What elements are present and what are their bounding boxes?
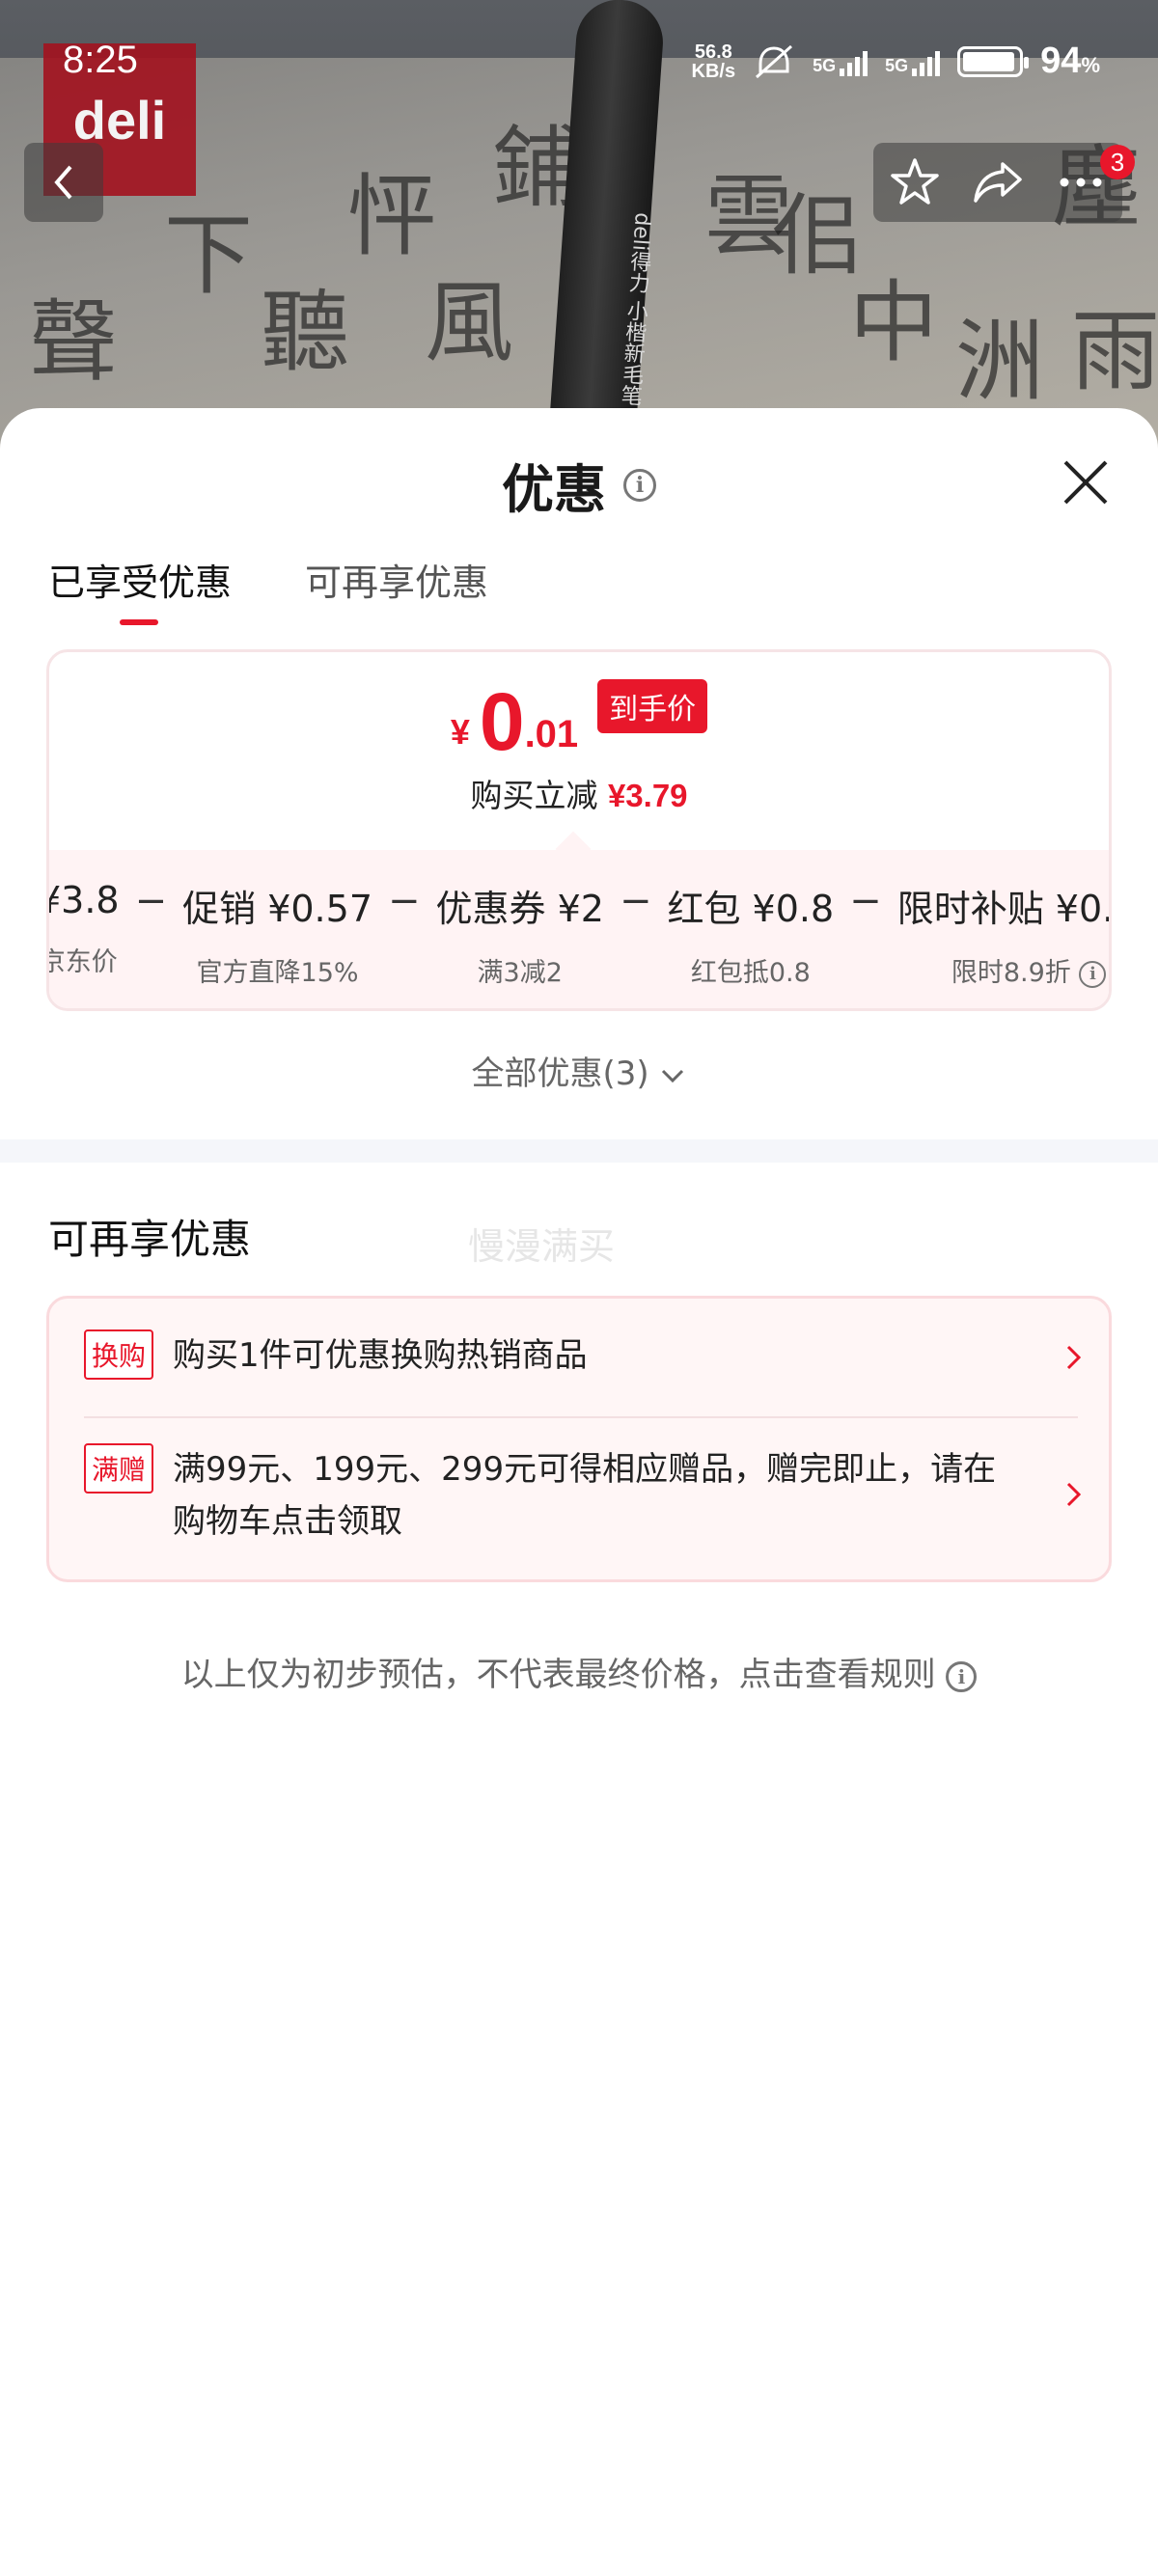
signal-bars-icon — [912, 47, 941, 76]
promo-item-gift[interactable]: 满赠 满99元、199元、299元可得相应赠品，赠完即止，请在购物车点击领取 — [84, 1443, 1082, 1548]
network-type-1: 5G — [813, 55, 837, 75]
currency-symbol: ¥ — [450, 712, 470, 752]
chevron-down-icon — [662, 1069, 684, 1082]
calligraphy-char: 雨 — [1071, 300, 1158, 403]
final-price-area: ¥ 0 .01 到手价 购买立减 ¥3.79 — [49, 652, 1109, 850]
info-icon[interactable]: i — [623, 468, 656, 502]
breakdown-amount: 优惠券 ¥2 — [435, 888, 604, 930]
title-wrap: 优惠 i — [502, 447, 656, 523]
info-icon[interactable]: i — [946, 1660, 978, 1692]
battery-value: 94 — [1040, 41, 1082, 81]
network-speed: 56.8 KB/s — [692, 42, 736, 81]
signal-bars-icon — [840, 47, 868, 76]
promo-item-exchange[interactable]: 换购 购买1件可优惠换购热销商品 — [84, 1329, 1082, 1382]
info-icon[interactable]: i — [1079, 960, 1107, 988]
breakdown-label: 京东价 — [46, 947, 118, 977]
minus-sign: − — [849, 879, 882, 923]
notification-badge: 3 — [1100, 145, 1135, 179]
section-title: 可再享优惠 — [48, 1216, 252, 1263]
share-icon[interactable] — [972, 156, 1024, 208]
calligraphy-char: 聽 — [261, 281, 350, 384]
promo-tag: 满赠 — [84, 1443, 154, 1494]
instant-discount-label: 购买立减 — [470, 777, 598, 814]
breakdown-label: 满3减2 — [477, 958, 563, 988]
breakdown-item-coupon: 优惠券 ¥2 满3减2 — [436, 879, 604, 989]
breakdown-item-subsidy: 限时补贴 ¥0.42 限时8.9折 i — [896, 879, 1109, 989]
status-time: 8:25 — [63, 39, 138, 81]
price-summary-card: ¥ 0 .01 到手价 购买立减 ¥3.79 ¥3.8 京东价 − 促销 ¥0.… — [46, 649, 1112, 1011]
instant-discount-amount: ¥3.79 — [607, 778, 688, 813]
chevron-left-icon — [54, 165, 72, 200]
calligraphy-char: 佀 — [772, 184, 862, 288]
all-promotions-toggle[interactable]: 全部优惠(3) — [0, 1047, 1158, 1094]
promo-text: 购买1件可优惠换购热销商品 — [173, 1336, 588, 1375]
price-integer: 0 — [479, 676, 525, 767]
tab-enjoyed[interactable]: 已享受优惠 — [48, 553, 232, 625]
calligraphy-char: 中 — [849, 271, 939, 374]
breakdown-item-promotion: 促销 ¥0.57 官方直降15% — [182, 879, 372, 989]
disclaimer-text: 以上仅为初步预估，不代表最终价格，点击查看规则 — [180, 1656, 936, 1694]
star-icon[interactable] — [889, 156, 941, 208]
final-price-tag: 到手价 — [597, 679, 708, 733]
breakdown-label: 红包抵0.8 — [690, 958, 811, 988]
more-icon[interactable] — [1055, 156, 1107, 208]
subsidy-label-text: 限时8.9折 — [951, 958, 1071, 988]
calligraphy-char: 怦 — [347, 165, 437, 268]
status-icons: 56.8 KB/s 5G 5G 94% — [692, 41, 1100, 82]
price-decimal: .01 — [524, 713, 579, 755]
calligraphy-char: 聲 — [29, 290, 119, 394]
price-disclaimer[interactable]: 以上仅为初步预估，不代表最终价格，点击查看规则 i — [0, 1648, 1158, 1695]
watermark-text: 慢漫满买 — [468, 1225, 616, 1268]
breakdown-row: ¥3.8 京东价 − 促销 ¥0.57 官方直降15% − 优惠券 ¥2 满3减… — [46, 879, 1109, 989]
top-actions — [873, 143, 1122, 222]
signal-2: 5G — [885, 47, 941, 76]
breakdown-amount: 限时补贴 ¥0.42 — [896, 888, 1109, 930]
battery-icon — [957, 45, 1030, 77]
breakdown-item-list-price: ¥3.8 京东价 — [46, 879, 120, 989]
minus-sign: − — [619, 879, 652, 923]
instant-discount: 购买立减 ¥3.79 — [49, 770, 1109, 816]
alarm-off-icon — [756, 44, 793, 78]
breakdown-label: 限时8.9折 i — [897, 951, 1109, 989]
calligraphy-char: 洲 — [955, 310, 1045, 413]
breakdown-amount: 红包 ¥0.8 — [667, 888, 835, 930]
sheet-title: 优惠 — [502, 459, 606, 520]
network-speed-unit: KB/s — [691, 60, 736, 82]
calligraphy-char: 風 — [425, 271, 514, 374]
final-price: ¥ 0 .01 到手价 — [49, 679, 1109, 762]
available-promotions-card: 换购 购买1件可优惠换购热销商品 满赠 满99元、199元、299元可得相应赠品… — [46, 1296, 1112, 1582]
promo-tag: 换购 — [84, 1329, 154, 1380]
minus-sign: − — [388, 879, 421, 923]
divider — [84, 1416, 1078, 1418]
price-breakdown: ¥3.8 京东价 − 促销 ¥0.57 官方直降15% − 优惠券 ¥2 满3减… — [46, 850, 1109, 1008]
discount-sheet: 优惠 i 已享受优惠 可再享优惠 ¥ 0 .01 到手价 购买立减 ¥3.79 — [0, 408, 1158, 2576]
status-bar: 8:25 56.8 KB/s 5G 5G 94% — [0, 0, 1158, 135]
breakdown-amount: 促销 ¥0.57 — [182, 888, 372, 930]
chevron-right-icon — [1066, 1345, 1082, 1370]
section-divider — [0, 1139, 1158, 1163]
minus-sign: − — [134, 879, 168, 923]
battery-unit: % — [1081, 53, 1100, 77]
sheet-header: 优惠 i — [0, 447, 1158, 523]
breakdown-label: 官方直降15% — [196, 958, 359, 988]
close-icon[interactable] — [1060, 456, 1112, 508]
back-button[interactable] — [24, 143, 103, 222]
signal-1: 5G — [813, 47, 868, 76]
battery-percent: 94% — [1040, 41, 1100, 82]
chevron-right-icon — [1066, 1482, 1082, 1507]
all-promotions-label: 全部优惠(3) — [471, 1055, 649, 1093]
calligraphy-char: 下 — [164, 204, 254, 307]
discount-tabs: 已享受优惠 可再享优惠 — [48, 553, 488, 625]
network-type-2: 5G — [885, 55, 909, 75]
breakdown-item-red-packet: 红包 ¥0.8 红包抵0.8 — [667, 879, 834, 989]
tab-available[interactable]: 可再享优惠 — [305, 553, 488, 625]
breakdown-amount: ¥3.8 — [49, 879, 120, 921]
network-speed-value: 56.8 — [694, 41, 732, 63]
promo-text: 满99元、199元、299元可得相应赠品，赠完即止，请在购物车点击领取 — [173, 1450, 997, 1541]
